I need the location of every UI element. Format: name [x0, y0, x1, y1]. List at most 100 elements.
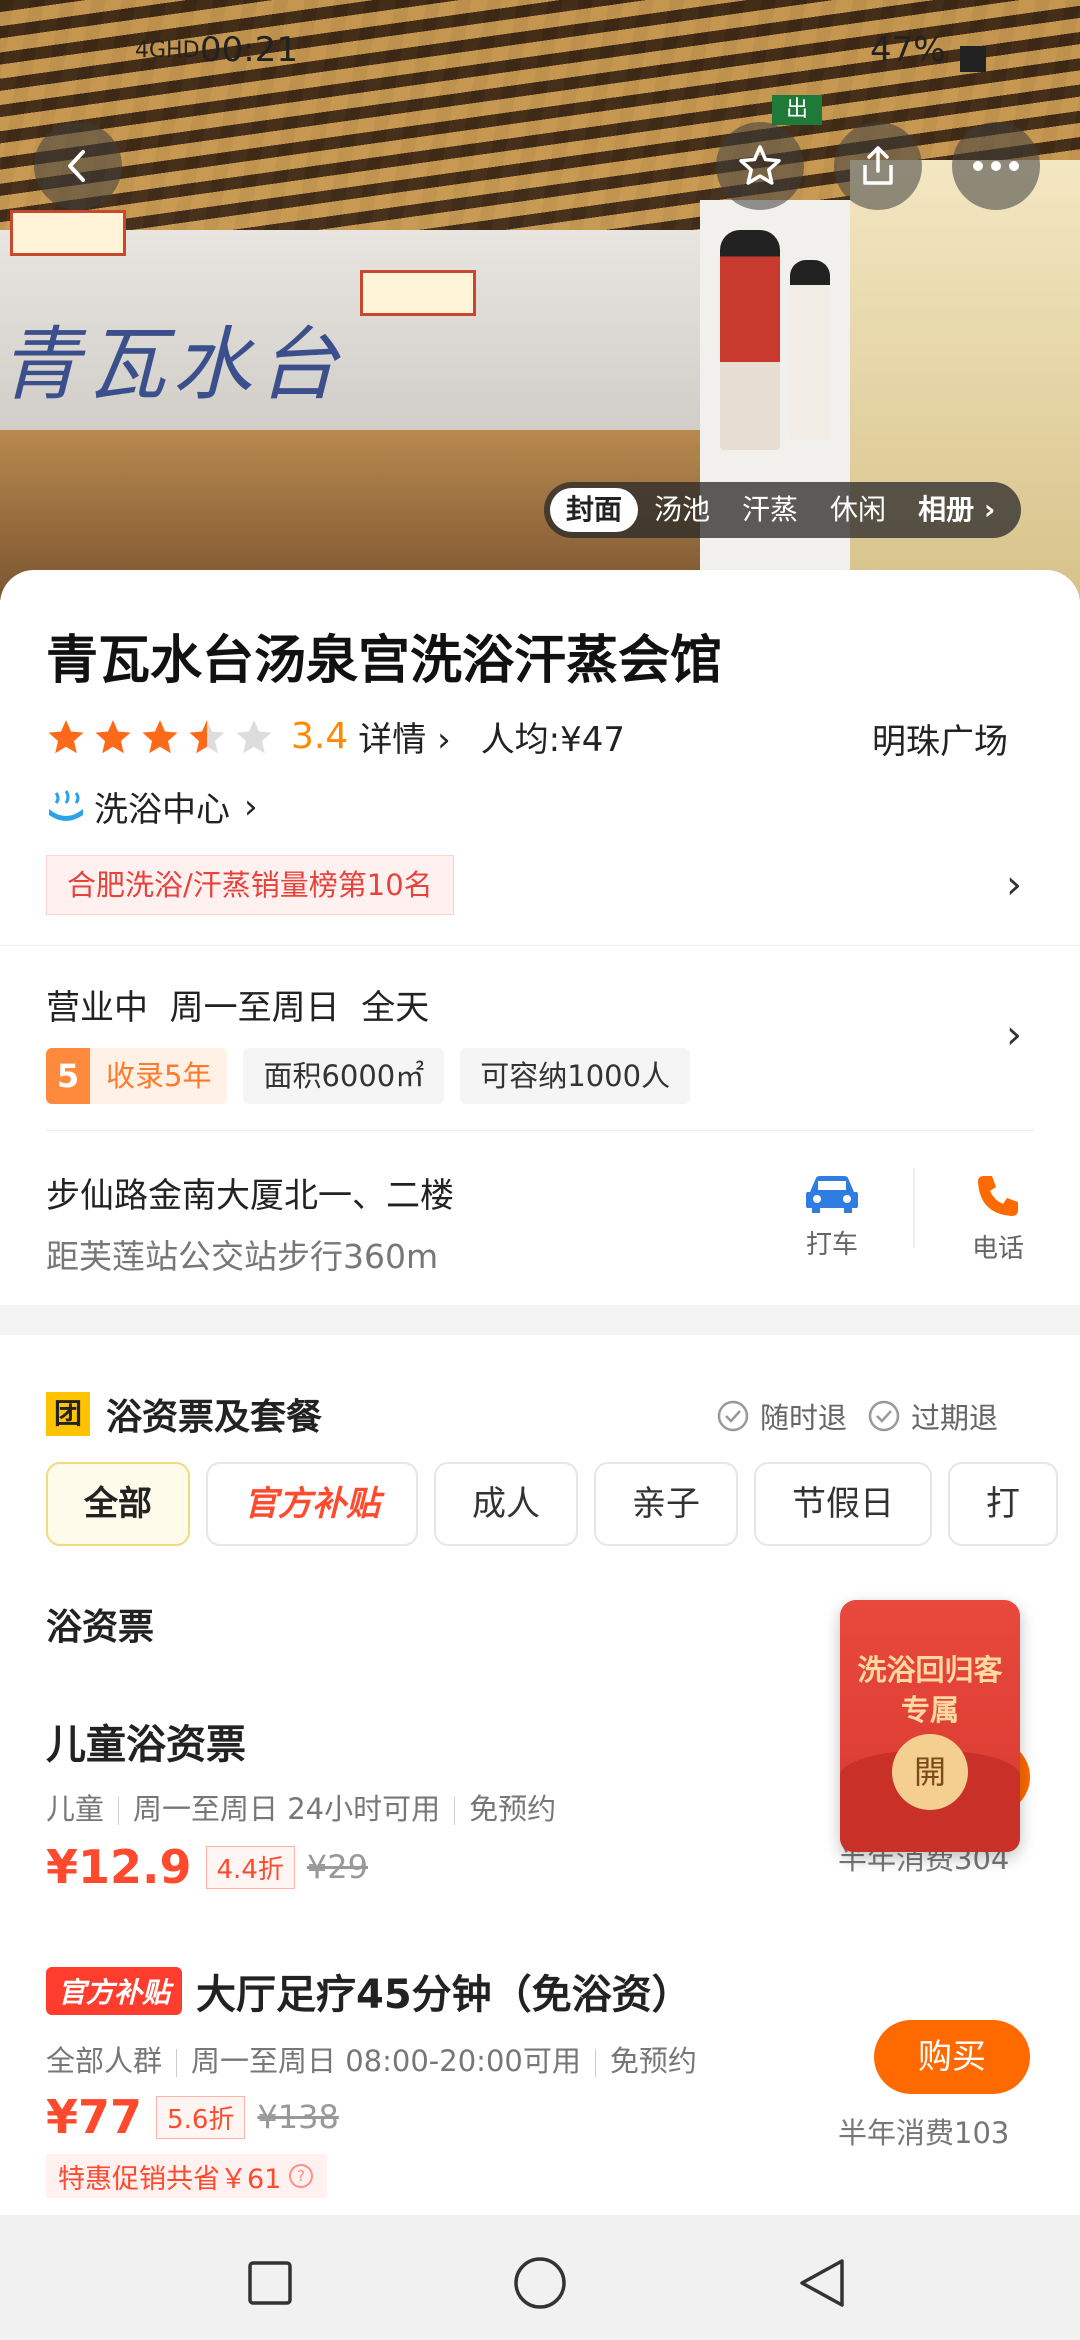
deal-reservation: 免预约 — [609, 2044, 697, 2078]
star-full-icon — [95, 719, 131, 753]
deal-audience: 儿童 — [46, 1792, 105, 1826]
chevron-right-icon[interactable]: › — [1006, 1012, 1022, 1058]
mural-figure — [790, 260, 830, 440]
distance-info: 距芙莲站公交站步行360m — [46, 1237, 439, 1276]
battery-percent: 47% — [870, 30, 946, 70]
mural-figure — [720, 230, 780, 450]
tab-holiday[interactable]: 节假日 — [754, 1462, 932, 1546]
more-dots-icon — [973, 161, 1019, 171]
star-full-icon — [142, 719, 178, 753]
photo-album-link[interactable]: 相册 › — [902, 488, 1011, 532]
photo-tab-leisure[interactable]: 休闲 — [814, 488, 902, 532]
buy-button[interactable]: 购买 — [874, 2020, 1030, 2094]
capacity-tag: 可容纳1000人 — [460, 1048, 691, 1104]
deals-title: 浴资票及套餐 — [106, 1397, 323, 1438]
ranking-badge[interactable]: 合肥洗浴/汗蒸销量榜第10名 — [46, 855, 454, 915]
rating-row: 3.4 详情 › 人均:¥47 — [46, 712, 625, 761]
deal-title[interactable]: 儿童浴资票 — [46, 1712, 246, 1770]
open-envelope-button[interactable]: 開 — [892, 1734, 968, 1810]
back-button[interactable] — [34, 122, 122, 210]
discount-badge: 4.4折 — [205, 1845, 295, 1889]
more-button[interactable] — [952, 122, 1040, 210]
returning-customer-red-envelope[interactable]: 洗浴回归客专属 開 — [840, 1600, 1020, 1852]
phone-label: 电话 — [971, 1234, 1024, 1264]
battery-icon — [960, 46, 986, 72]
chevron-right-icon[interactable]: › — [1006, 862, 1022, 908]
tab-adult[interactable]: 成人 — [434, 1462, 578, 1546]
recent-apps-icon[interactable] — [246, 2259, 294, 2307]
hot-spring-icon — [49, 789, 83, 821]
original-price: ¥29 — [306, 1848, 368, 1886]
deal-availability: 周一至周日 24小时可用 — [133, 1792, 441, 1826]
car-icon — [806, 1176, 858, 1213]
back-arrow-icon — [68, 150, 85, 182]
refund-policies: 随时退 过期退 — [716, 1395, 998, 1437]
tab-family[interactable]: 亲子 — [594, 1462, 738, 1546]
phone-button[interactable]: 电话 — [966, 1172, 1030, 1265]
refund-anytime: 随时退 — [760, 1401, 848, 1435]
star-empty-icon — [236, 719, 272, 753]
promo-text: 特惠促销共省￥61 — [58, 2163, 282, 2195]
share-icon — [863, 146, 893, 185]
sales-count: 半年消费103 — [838, 2116, 1010, 2150]
details-label: 详情 — [358, 720, 427, 760]
star-full-icon — [48, 719, 84, 753]
question-circle-icon: ? — [289, 2164, 314, 2188]
deal-price-row: ¥12.9 4.4折 ¥29 — [46, 1840, 368, 1894]
check-circle-icon — [717, 1400, 749, 1432]
discount-badge: 5.6折 — [156, 2095, 246, 2139]
phone-icon — [978, 1176, 1018, 1216]
photo-tab-sauna[interactable]: 汗蒸 — [726, 488, 814, 532]
original-price: ¥138 — [257, 2098, 339, 2136]
deal-price-row: ¥77 5.6折 ¥138 — [46, 2090, 339, 2144]
average-price: 人均:¥47 — [480, 720, 626, 760]
venue-tags: 5 收录5年 面积6000㎡ 可容纳1000人 — [46, 1048, 706, 1104]
tab-more[interactable]: 打 — [948, 1462, 1058, 1546]
album-label: 相册 — [918, 493, 975, 526]
lamp — [360, 270, 476, 316]
star-half-icon — [189, 719, 225, 753]
favorite-button[interactable] — [716, 122, 804, 210]
promo-savings[interactable]: 特惠促销共省￥61 ? — [46, 2154, 328, 2198]
system-navigation-bar — [0, 2215, 1080, 2340]
category-link[interactable]: 洗浴中心 › — [46, 782, 258, 831]
deal-meta: 全部人群 周一至周日 08:00-20:00可用 免预约 — [46, 2038, 697, 2080]
deal-title-row[interactable]: 官方补贴 大厅足疗45分钟（免浴资） — [46, 1962, 692, 2020]
network-indicator: 4GHD — [135, 38, 200, 63]
photo-tab-pool[interactable]: 汤池 — [638, 488, 726, 532]
divider — [0, 945, 1080, 946]
address[interactable]: 步仙路金南大厦北一、二楼 — [46, 1168, 454, 1217]
back-triangle-icon[interactable] — [794, 2255, 850, 2311]
chevron-right-icon: › — [437, 720, 451, 760]
home-icon[interactable] — [512, 2255, 568, 2311]
share-button[interactable] — [834, 122, 922, 210]
deal-audience: 全部人群 — [46, 2044, 163, 2078]
star-outline-icon — [739, 145, 781, 185]
rating-score: 3.4 — [291, 716, 349, 757]
refund-expired: 过期退 — [911, 1401, 999, 1435]
years-listed-tag: 5 收录5年 — [46, 1048, 228, 1104]
taxi-button[interactable]: 打车 — [800, 1172, 864, 1261]
deal-reservation: 免预约 — [469, 1792, 557, 1826]
area-size-tag: 面积6000㎡ — [243, 1048, 445, 1104]
divider — [913, 1168, 915, 1248]
lamp — [10, 210, 126, 256]
deals-header: 团 浴资票及套餐 — [46, 1388, 322, 1440]
exit-sign: 出 — [772, 95, 822, 125]
check-circle-icon — [868, 1400, 900, 1432]
deal-availability: 周一至周日 08:00-20:00可用 — [191, 2044, 581, 2078]
photo-tab-cover[interactable]: 封面 — [550, 488, 639, 532]
photo-category-tabs: 封面 汤池 汗蒸 休闲 相册 › — [544, 482, 1022, 538]
envelope-text: 洗浴回归客专属 — [857, 1653, 1003, 1727]
details-link[interactable]: 详情 › — [358, 712, 450, 761]
years-number: 5 — [46, 1048, 90, 1104]
tab-official-subsidy[interactable]: 官方补贴 — [206, 1462, 418, 1546]
divider — [46, 1130, 1034, 1131]
venue-name: 青瓦水台汤泉宫洗浴汗蒸会馆 — [46, 631, 723, 691]
svg-text:?: ? — [297, 2167, 305, 2185]
chevron-right-icon: › — [983, 493, 996, 526]
group-buy-icon: 团 — [46, 1392, 90, 1436]
taxi-label: 打车 — [805, 1230, 858, 1260]
venue-wall-sign: 青瓦水台 — [0, 318, 344, 411]
tab-all[interactable]: 全部 — [46, 1462, 190, 1546]
